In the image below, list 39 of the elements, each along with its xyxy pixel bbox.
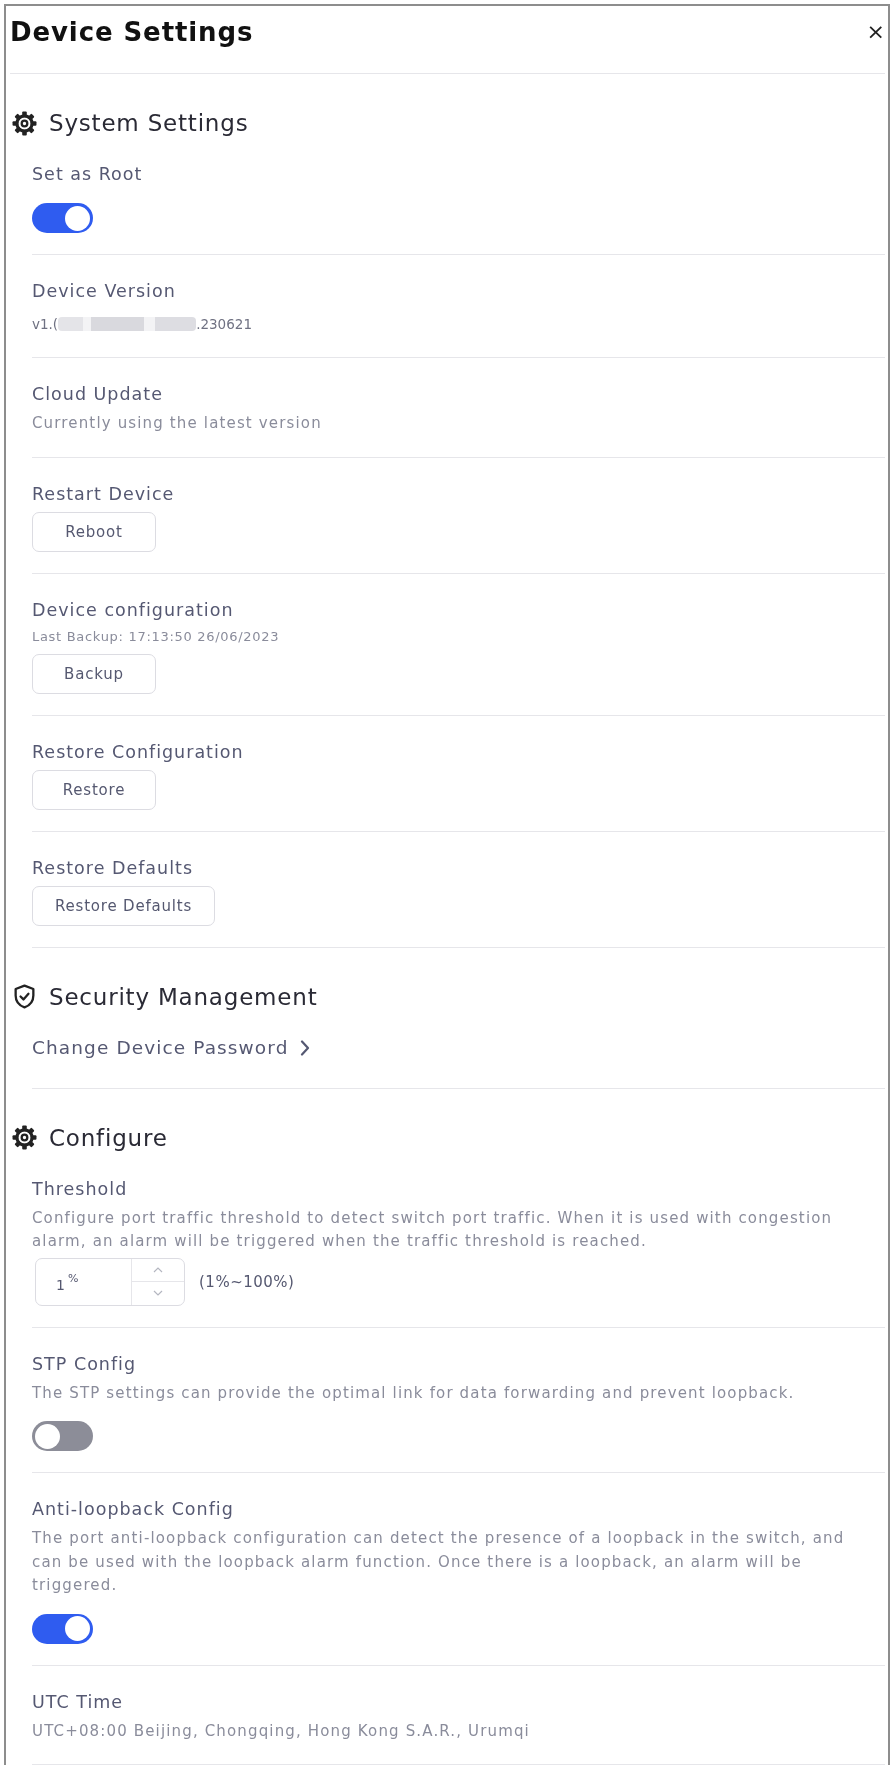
toggle-switch[interactable] xyxy=(32,1613,93,1644)
setting-label: Set as Root xyxy=(32,163,143,186)
section-title: System Settings xyxy=(49,109,249,138)
action-button[interactable]: Restore xyxy=(32,769,156,810)
setting-description: The port anti-loopback configuration can detect the presence of a loopback in the switch, and can be used with the loopback alarm function. Once there is a loopback, an alarm will be triggered. xyxy=(32,1528,846,1596)
setting-description: The STP settings can provide the optimal link for data forwarding and prevent loopback. xyxy=(32,1382,795,1404)
setting-label: Restore Configuration xyxy=(32,740,244,764)
setting-description: Configure port traffic threshold to detect switch port traffic. When it is used with congestion alarm, an alarm will be triggered when the traffic threshold is reached. xyxy=(32,1207,834,1252)
version-number-start: v1.( xyxy=(32,315,59,334)
dialog-title: Device Settings xyxy=(10,16,254,49)
action-button[interactable]: Backup xyxy=(32,653,156,694)
section-title: Security Management xyxy=(49,982,318,1012)
setting-label: UTC Time xyxy=(32,1690,124,1714)
backup-timestamp: Last Backup: 17:13:50 26/06/2023 xyxy=(32,627,280,646)
setting-label: Device configuration xyxy=(32,598,234,622)
setting-label: Anti-loopback Config xyxy=(32,1498,234,1521)
toggle-switch[interactable] xyxy=(32,1421,93,1451)
chevron-right-icon xyxy=(300,1039,311,1056)
setting-description: UTC+08:00 Beijing, Chongqing, Hong Kong S.A.R., Urumqi xyxy=(32,1720,530,1742)
version-number-end: .230621 xyxy=(196,315,252,334)
chevron-up-icon xyxy=(153,1266,163,1273)
setting-description: Currently using the latest version xyxy=(32,413,322,434)
gear-icon xyxy=(12,110,37,136)
section-title: Configure xyxy=(49,1123,168,1153)
setting-label: STP Config xyxy=(32,1352,137,1376)
action-button[interactable]: Restore Defaults xyxy=(32,885,216,926)
close-button[interactable]: × xyxy=(862,20,885,44)
setting-label: Device Version xyxy=(32,280,176,303)
action-button[interactable]: Reboot xyxy=(32,511,156,552)
setting-label: Threshold xyxy=(32,1177,128,1201)
gear-icon xyxy=(12,1125,37,1150)
setting-label: Restore Defaults xyxy=(32,856,194,880)
nav-link[interactable]: Change Device Password xyxy=(32,1035,311,1060)
setting-label: Cloud Update xyxy=(32,383,163,406)
toggle-switch[interactable] xyxy=(32,203,93,233)
shield-check-icon xyxy=(12,984,37,1009)
setting-label: Restart Device xyxy=(32,482,175,506)
chevron-down-icon xyxy=(153,1290,163,1297)
range-hint: (1%~100%) xyxy=(199,1272,295,1291)
